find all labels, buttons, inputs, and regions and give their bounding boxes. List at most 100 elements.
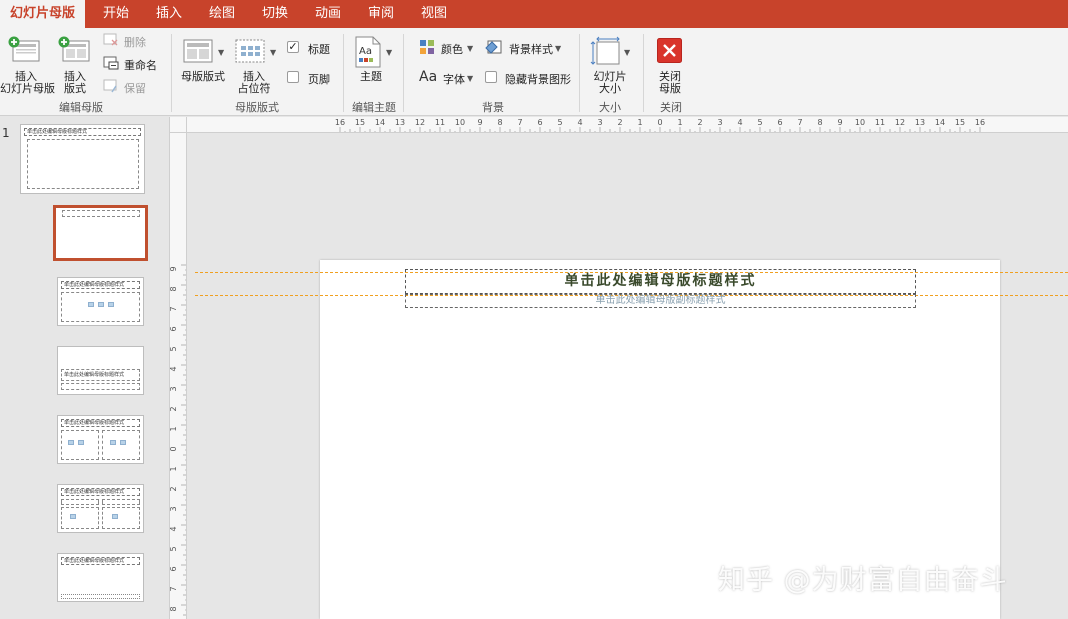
rename-icon bbox=[103, 56, 119, 70]
ruler-corner bbox=[170, 117, 187, 133]
hide-background-graphics-checkbox[interactable]: 隐藏背景图形 bbox=[485, 70, 573, 86]
thumbnail-footer bbox=[61, 594, 140, 599]
fonts-icon: Aa bbox=[419, 69, 438, 85]
thumbnail-title: 单击此处编辑母版标题样式 bbox=[61, 281, 140, 289]
ruler-label: 4 bbox=[737, 118, 742, 127]
ruler-label: 6 bbox=[777, 118, 782, 127]
thumbnail-title: 单击此处编辑母版标题样式 bbox=[61, 557, 140, 565]
ribbon-separator bbox=[171, 34, 172, 112]
slide-size-button[interactable]: ▼ 幻灯片 大小 bbox=[588, 34, 634, 96]
footers-checkbox-label: 页脚 bbox=[308, 73, 330, 86]
ruler-label: 5 bbox=[170, 346, 178, 351]
ribbon: 插入 幻灯片母版 插入 版式 删除 重命名 保留 编辑母版 ▼ 母版版式 ▼ 插… bbox=[0, 28, 1068, 116]
tab-slide-master[interactable]: 幻灯片母版 bbox=[0, 0, 86, 28]
insert-slide-master-button[interactable]: 插入 幻灯片母版 bbox=[0, 34, 55, 96]
ruler-label: 6 bbox=[537, 118, 542, 127]
insert-placeholder-button[interactable]: ▼ 插入 占位符 bbox=[232, 34, 282, 96]
tab-animations[interactable]: 动画 bbox=[315, 0, 341, 28]
background-styles-icon bbox=[485, 40, 502, 54]
thumbnail-layout-title-only[interactable]: 单击此处编辑母版标题样式 bbox=[57, 553, 144, 602]
thumbnail-layout-content[interactable]: 单击此处编辑母版标题样式 bbox=[57, 277, 144, 326]
thumbnail-layout-two-content[interactable]: 单击此处编辑母版标题样式 bbox=[57, 415, 144, 464]
ruler-label: 16 bbox=[335, 118, 345, 127]
delete-icon bbox=[103, 33, 118, 46]
thumbnail-layout-comparison[interactable]: 单击此处编辑母版标题样式 bbox=[57, 484, 144, 533]
delete-button[interactable]: 删除 bbox=[103, 32, 158, 50]
svg-text:Aa: Aa bbox=[359, 46, 372, 57]
ribbon-separator bbox=[403, 34, 404, 112]
ruler-label: 16 bbox=[975, 118, 985, 127]
group-label-size: 大小 bbox=[599, 101, 621, 114]
close-master-view-button[interactable]: 关闭 母版 bbox=[652, 34, 688, 96]
fonts-button[interactable]: Aa 字体 ▼ bbox=[419, 69, 477, 87]
preserve-icon bbox=[103, 79, 117, 93]
tab-draw[interactable]: 绘图 bbox=[209, 0, 235, 28]
colors-button[interactable]: 颜色 ▼ bbox=[419, 39, 477, 57]
ruler-label: 2 bbox=[170, 486, 178, 491]
title-placeholder[interactable]: 单击此处编辑母版标题样式 bbox=[405, 269, 916, 294]
ruler-label: 2 bbox=[170, 406, 178, 411]
close-master-label-2: 母版 bbox=[659, 82, 681, 95]
tab-insert[interactable]: 插入 bbox=[156, 0, 182, 28]
group-label-background: 背景 bbox=[482, 101, 504, 114]
thumbnail-layout-section-header[interactable]: 单击此处编辑母版标题样式 bbox=[57, 346, 144, 395]
ruler-label: 12 bbox=[415, 118, 425, 127]
insert-layout-icon bbox=[58, 36, 90, 62]
tab-view[interactable]: 视图 bbox=[421, 0, 447, 28]
thumbnail-body bbox=[61, 430, 99, 460]
theme-button[interactable]: Aa ▼ 主题 bbox=[352, 34, 396, 96]
footers-checkbox[interactable]: 页脚 bbox=[287, 70, 335, 86]
slide-thumbnail-pane[interactable]: 1 单击此处编辑母版标题样式 单击此处编辑母版标题样式 单击此处编辑母版标题样式… bbox=[0, 117, 170, 619]
thumbnail-slide-master[interactable]: 单击此处编辑母版标题样式 bbox=[20, 124, 145, 194]
ruler-label: 3 bbox=[170, 506, 178, 511]
watermark: 知乎 @为财富自由奋斗 bbox=[718, 565, 1008, 596]
thumbnail-body bbox=[27, 139, 139, 189]
thumbnail-section-title: 单击此处编辑母版标题样式 bbox=[61, 369, 140, 381]
checkbox-empty-icon bbox=[287, 71, 299, 83]
ruler-label: 4 bbox=[170, 526, 178, 531]
background-styles-button[interactable]: 背景样式 ▼ bbox=[485, 39, 565, 57]
tab-home[interactable]: 开始 bbox=[103, 0, 129, 28]
thumbnail-body bbox=[102, 499, 140, 505]
ruler-label: 1 bbox=[170, 466, 178, 471]
thumbnail-title: 单击此处编辑母版标题样式 bbox=[61, 488, 140, 496]
preserve-button[interactable]: 保留 bbox=[103, 78, 158, 96]
preserve-label: 保留 bbox=[124, 82, 146, 95]
master-layout-label: 母版版式 bbox=[181, 70, 225, 83]
ruler-label: 8 bbox=[170, 606, 178, 611]
thumbnail-content-icon bbox=[112, 514, 118, 519]
ruler-label: 11 bbox=[875, 118, 885, 127]
chevron-down-icon: ▼ bbox=[624, 48, 631, 57]
thumbnail-body bbox=[61, 507, 99, 529]
insert-layout-label-2: 版式 bbox=[64, 82, 86, 95]
ruler-label: 9 bbox=[477, 118, 482, 127]
ruler-label: 5 bbox=[757, 118, 762, 127]
ruler-label: 7 bbox=[797, 118, 802, 127]
ruler-label: 0 bbox=[170, 446, 178, 451]
thumbnail-layout-title[interactable] bbox=[53, 205, 148, 261]
tab-review[interactable]: 审阅 bbox=[368, 0, 394, 28]
ruler-label: 0 bbox=[657, 118, 662, 127]
rename-button[interactable]: 重命名 bbox=[103, 55, 161, 73]
hide-background-graphics-label: 隐藏背景图形 bbox=[505, 73, 571, 86]
ruler-label: 14 bbox=[375, 118, 385, 127]
insert-slide-master-icon bbox=[8, 36, 40, 62]
ruler-label: 2 bbox=[697, 118, 702, 127]
ruler-label: 11 bbox=[435, 118, 445, 127]
insert-layout-button[interactable]: 插入 版式 bbox=[56, 34, 94, 96]
delete-label: 删除 bbox=[124, 36, 146, 49]
master-layout-button[interactable]: ▼ 母版版式 bbox=[178, 34, 230, 96]
thumbnail-body bbox=[102, 430, 140, 460]
thumbnail-content-icon bbox=[78, 440, 84, 445]
ruler-label: 6 bbox=[170, 326, 178, 331]
ruler-label: 5 bbox=[557, 118, 562, 127]
title-checkbox[interactable]: ✓ 标题 bbox=[287, 40, 335, 56]
chevron-down-icon: ▼ bbox=[467, 74, 474, 83]
ruler-label: 13 bbox=[915, 118, 925, 127]
subtitle-placeholder[interactable]: 单击此处编辑母版副标题样式 bbox=[405, 294, 916, 308]
tab-transitions[interactable]: 切换 bbox=[262, 0, 288, 28]
ruler-label: 10 bbox=[855, 118, 865, 127]
insert-placeholder-icon bbox=[235, 39, 265, 63]
vertical-ruler: 9 8 7 6 5 4 3 2 1 0 1 2 3 4 5 6 7 8 bbox=[170, 133, 187, 619]
insert-slide-master-label-2: 幻灯片母版 bbox=[0, 82, 55, 95]
